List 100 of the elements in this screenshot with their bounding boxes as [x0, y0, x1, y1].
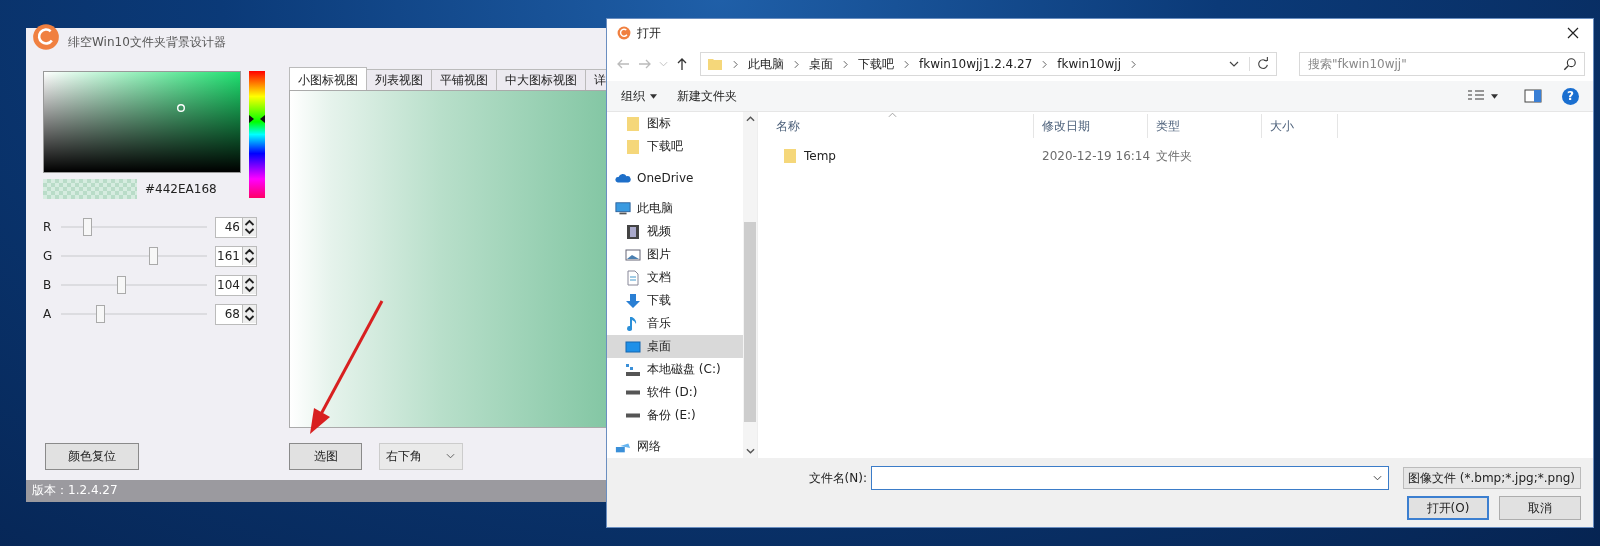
film-icon: [625, 223, 641, 240]
nav-item[interactable]: 图片: [607, 243, 743, 266]
organize-menu-button[interactable]: 组织: [621, 87, 657, 105]
window-title: 绯空Win10文件夹背景设计器: [68, 33, 226, 51]
caret-icon: [650, 93, 657, 99]
file-name-cell[interactable]: Temp: [768, 144, 1034, 168]
chevron-right-icon: [904, 59, 909, 69]
pick-image-button[interactable]: 选图: [289, 442, 362, 470]
modified-date-cell-text: 2020-12-19 16:14: [1041, 148, 1148, 165]
close-icon[interactable]: [1567, 27, 1579, 39]
logo-icon: [32, 23, 60, 52]
breadcrumb-item[interactable]: 下载吧: [858, 55, 894, 73]
preview-pane-icon[interactable]: [1524, 89, 1542, 103]
nav-item[interactable]: 软件 (D:): [607, 381, 743, 404]
channel-label: G: [43, 249, 54, 264]
reset-color-button[interactable]: 颜色复位: [45, 442, 139, 470]
breadcrumb-item[interactable]: fkwin10wjj1.2.4.27: [919, 57, 1033, 71]
nav-item[interactable]: 下载: [607, 289, 743, 312]
column-header[interactable]: 类型: [1148, 114, 1262, 138]
chevron-down-icon[interactable]: [1229, 61, 1239, 67]
color-field[interactable]: [43, 70, 241, 173]
view-tab[interactable]: 列表视图: [366, 68, 432, 90]
chevron-right-icon: [1131, 59, 1136, 69]
nav-item[interactable]: 备份 (E:): [607, 404, 743, 427]
view-tab[interactable]: 中大图标视图: [496, 68, 586, 90]
scrollbar[interactable]: [743, 112, 757, 458]
nav-item[interactable]: 此电脑: [607, 197, 743, 220]
drive-icon: [625, 390, 641, 395]
column-header[interactable]: 修改日期: [1034, 114, 1148, 138]
help-button[interactable]: ?: [1562, 87, 1579, 105]
chevron-down-icon: [446, 453, 455, 460]
file-name-label: 文件名(N):: [808, 469, 867, 487]
spinner-arrows-icon: [242, 247, 256, 266]
download-arrow-icon: [625, 292, 641, 309]
address-bar[interactable]: 此电脑 桌面 下载吧 fkwin10wjj1.2.4.27 fkwin10wjj: [700, 52, 1277, 76]
spinner-arrows-icon: [242, 305, 256, 324]
refresh-icon[interactable]: [1249, 57, 1270, 71]
spinner-arrows-icon: [242, 276, 256, 295]
nav-item[interactable]: 本地磁盘 (C:): [607, 358, 743, 381]
breadcrumb-item[interactable]: fkwin10wjj: [1057, 57, 1121, 71]
chevron-right-icon: [843, 59, 848, 69]
slider-thumb[interactable]: [148, 247, 158, 266]
chevron-right-icon: [733, 59, 738, 69]
file-type-select[interactable]: 图像文件 (*.bmp;*.jpg;*.png): [1403, 467, 1581, 489]
column-header[interactable]: 大小: [1262, 114, 1338, 138]
slider-thumb[interactable]: [83, 218, 93, 237]
nav-item[interactable]: 图标: [607, 112, 743, 135]
view-tab[interactable]: 平铺视图: [431, 68, 497, 90]
breadcrumb-item[interactable]: 桌面: [809, 55, 833, 73]
channel-label: B: [43, 278, 53, 293]
nav-item[interactable]: 视频: [607, 220, 743, 243]
folder-icon: [625, 138, 641, 155]
breadcrumb-item[interactable]: 此电脑: [748, 55, 784, 73]
type-cell-text: 文件夹: [1155, 147, 1193, 165]
scroll-down-icon[interactable]: [745, 448, 755, 454]
folder-icon: [782, 148, 798, 164]
hue-marker-icon[interactable]: [249, 114, 265, 123]
dialog-title: 打开: [637, 24, 661, 42]
chevron-right-icon: [794, 59, 799, 69]
number-spinner[interactable]: 161: [215, 245, 257, 267]
picture-icon: [625, 246, 641, 263]
nav-item[interactable]: 音乐: [607, 312, 743, 335]
chevron-down-icon: [1373, 475, 1382, 481]
nav-item[interactable]: 文档: [607, 266, 743, 289]
drive-icon: [625, 361, 641, 378]
view-options-icon[interactable]: [1467, 89, 1485, 103]
drive-icon: [625, 413, 641, 418]
number-spinner[interactable]: 46: [215, 216, 257, 238]
nav-item[interactable]: OneDrive: [607, 166, 743, 189]
cancel-button[interactable]: 取消: [1499, 496, 1581, 520]
view-tab[interactable]: 小图标视图: [289, 66, 367, 90]
slider-thumb[interactable]: [96, 305, 106, 324]
folder-icon: [625, 115, 641, 132]
nav-item[interactable]: 网络: [607, 435, 743, 458]
hue-slider[interactable]: [249, 70, 265, 198]
computer-icon: [615, 200, 631, 217]
version-text: 版本：1.2.4.27: [32, 482, 118, 500]
number-spinner[interactable]: 104: [215, 274, 257, 296]
spinner-arrows-icon: [242, 218, 256, 237]
sort-caret-icon: [888, 112, 897, 118]
nav-item[interactable]: 桌面: [607, 335, 743, 358]
logo-icon: [617, 26, 631, 40]
document-icon: [625, 269, 641, 286]
channel-label: R: [43, 220, 53, 235]
number-spinner[interactable]: 68: [215, 303, 257, 325]
nav-item[interactable]: 下载吧: [607, 135, 743, 158]
color-hex: #442EA168: [145, 181, 217, 196]
search-field[interactable]: 搜索"fkwin10wjj": [1299, 52, 1585, 76]
caret-icon[interactable]: [1491, 93, 1498, 99]
slider-thumb[interactable]: [116, 276, 126, 295]
position-select[interactable]: 右下角: [379, 442, 463, 470]
scroll-up-icon[interactable]: [745, 116, 755, 122]
open-button[interactable]: 打开(O): [1407, 496, 1489, 520]
file-name-field[interactable]: [871, 466, 1389, 490]
desktop-icon: [625, 338, 641, 355]
chevron-right-icon: [1042, 59, 1048, 69]
channel-label: A: [43, 307, 53, 322]
picker-marker-icon: [176, 102, 186, 113]
new-folder-button[interactable]: 新建文件夹: [677, 87, 737, 105]
column-header[interactable]: 名称: [768, 114, 1034, 138]
